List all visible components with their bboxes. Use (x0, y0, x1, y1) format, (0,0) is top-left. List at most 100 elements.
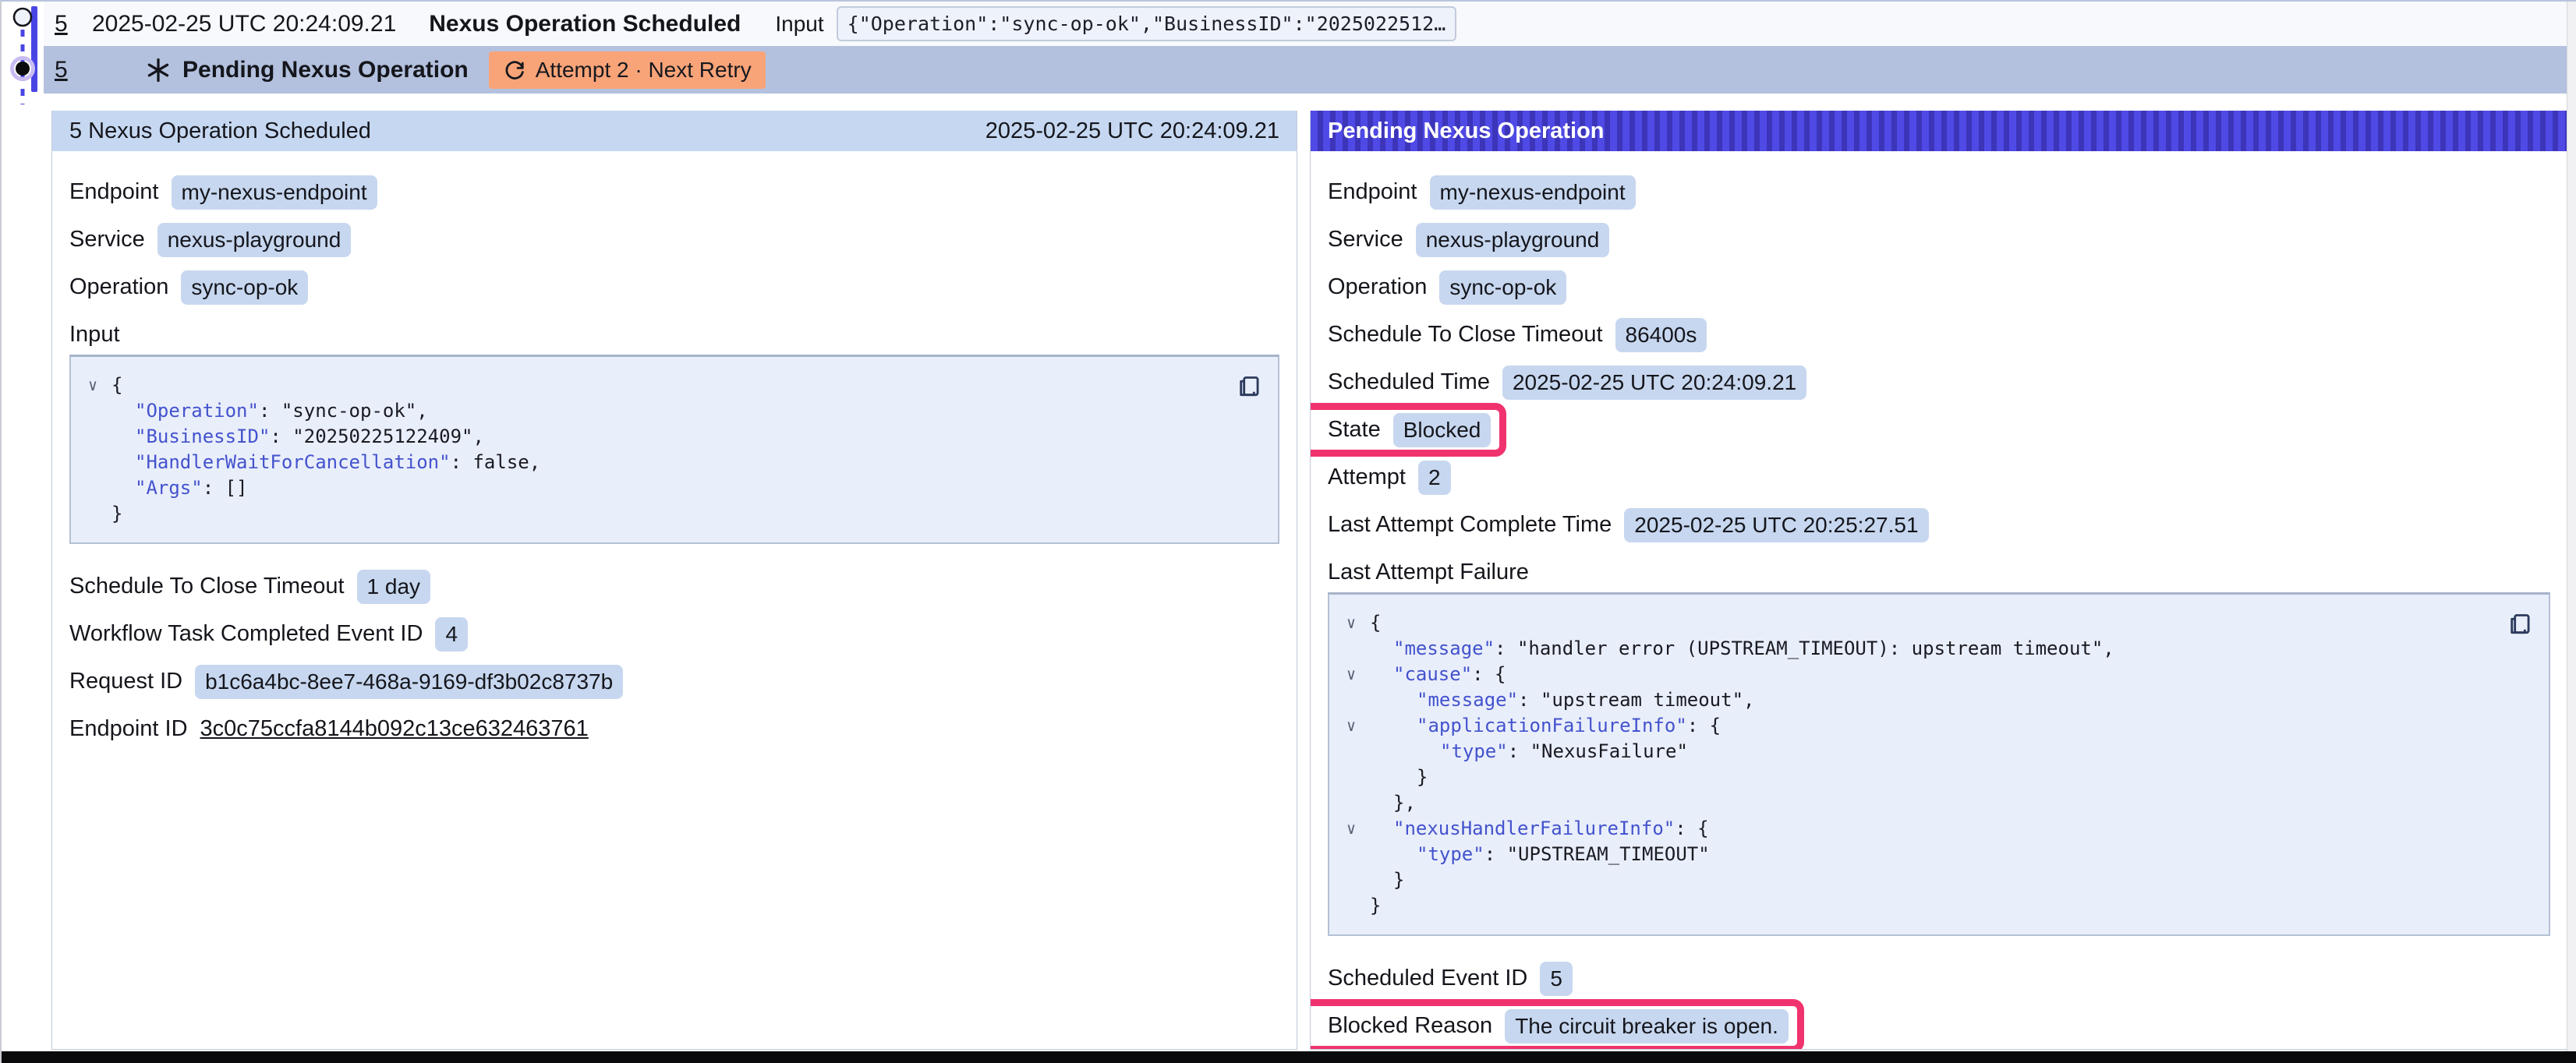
copy-icon[interactable] (2505, 607, 2535, 638)
chevron-spacer (88, 450, 111, 475)
field-operation: Operationsync-op-ok (69, 271, 308, 303)
field-label: Endpoint ID (69, 716, 188, 742)
field-label: Endpoint (1328, 179, 1417, 205)
field-value-chip: my-nexus-endpoint (172, 175, 377, 210)
field-label: Schedule To Close Timeout (1328, 322, 1603, 348)
json-line: "type": "UPSTREAM_TIMEOUT" (1346, 842, 2532, 867)
json-line: "Operation": "sync-op-ok", (88, 398, 1261, 424)
json-value: } (1370, 893, 1381, 919)
event-id-link[interactable]: 5 (55, 57, 86, 83)
field-label: Schedule To Close Timeout (69, 574, 345, 599)
json-line: ∨{ (88, 373, 1261, 398)
field-value-chip: 2 (1418, 461, 1451, 495)
json-value: : [] (203, 475, 248, 501)
timeline-active-bar (31, 6, 37, 92)
field-label: Service (69, 227, 145, 253)
json-line: "type": "NexusFailure" (1346, 739, 2532, 765)
scheduled-panel-header: 5 Nexus Operation Scheduled 2025-02-25 U… (52, 111, 1297, 151)
field-value-link[interactable]: 3c0c75ccfa8144b092c13ce632463761 (200, 716, 589, 742)
json-key: "cause" (1393, 662, 1472, 687)
input-json-viewer: ∨{"Operation": "sync-op-ok","BusinessID"… (69, 355, 1279, 544)
input-preview-chip[interactable]: {"Operation":"sync-op-ok","BusinessID":"… (837, 6, 1457, 41)
field-value-chip: 2025-02-25 UTC 20:25:27.51 (1624, 508, 1928, 542)
collapse-chevron-icon[interactable]: ∨ (1346, 610, 1370, 636)
json-line: }, (1346, 790, 2532, 816)
json-key: "Args" (135, 475, 203, 501)
field-label: Request ID (69, 669, 182, 694)
json-value: { (111, 373, 122, 398)
chevron-spacer (88, 424, 111, 450)
copy-icon[interactable] (1234, 369, 1264, 401)
collapse-chevron-icon[interactable]: ∨ (1346, 662, 1370, 687)
field-service: Servicenexus-playground (1328, 224, 1609, 256)
collapse-chevron-icon[interactable]: ∨ (1346, 713, 1370, 739)
field-value-chip: nexus-playground (157, 223, 352, 257)
json-line: ∨"applicationFailureInfo": { (1346, 713, 2532, 739)
field-state: StateBlocked (1328, 414, 1491, 446)
attempt-retry-text: Attempt 2 · Next Retry (536, 58, 752, 83)
json-key: "type" (1440, 739, 1508, 765)
json-value: }, (1393, 790, 1416, 816)
event-timestamp: 2025-02-25 UTC 20:24:09.21 (92, 11, 396, 37)
input-section-label: Input (69, 319, 1279, 350)
field-label: Attempt (1328, 464, 1406, 490)
field-schedule-to-close-timeout: Schedule To Close Timeout 86400s (1328, 319, 1707, 351)
pending-nexus-operation-panel: Pending Nexus Operation Endpoint my-nexus… (1310, 111, 2568, 1050)
failure-json-viewer: ∨{"message": "handler error (UPSTREAM_TI… (1328, 592, 2550, 936)
event-id-link[interactable]: 5 (55, 11, 86, 37)
json-value: } (1393, 867, 1404, 893)
field-value-chip: my-nexus-endpoint (1430, 175, 1636, 210)
json-line: ∨{ (1346, 610, 2532, 636)
field-value-chip: 4 (435, 617, 468, 652)
field-label: Operation (1328, 274, 1427, 300)
scheduled-panel-time: 2025-02-25 UTC 20:24:09.21 (985, 118, 1279, 144)
json-key: "BusinessID" (135, 424, 270, 450)
last-attempt-failure-label: Last Attempt Failure (1328, 556, 2550, 588)
json-value: : "sync-op-ok", (259, 398, 428, 424)
json-value: { (1370, 610, 1381, 636)
json-key: "Operation" (135, 398, 259, 424)
field-attempt: Attempt 2 (1328, 461, 1451, 493)
event-row-nexus-operation-scheduled[interactable]: 5 2025-02-25 UTC 20:24:09.21 Nexus Opera… (44, 2, 2576, 46)
field-last-attempt-complete-time: Last Attempt Complete Time2025-02-25 UTC… (1328, 509, 1929, 541)
field-value-chip: nexus-playground (1416, 223, 1610, 257)
page-scrollbar-track[interactable] (2567, 2, 2576, 1051)
nexus-operation-scheduled-panel: 5 Nexus Operation Scheduled 2025-02-25 U… (51, 111, 1297, 1050)
field-label: Scheduled Event ID (1328, 966, 1527, 991)
json-value: : "20250225122409", (270, 424, 484, 450)
json-value: : { (1675, 816, 1708, 842)
window-bottom-edge (2, 1051, 2576, 1063)
json-line: "HandlerWaitForCancellation": false, (88, 450, 1261, 475)
field-scheduled-time: Scheduled Time2025-02-25 UTC 20:24:09.21 (1328, 366, 1806, 398)
json-key: "nexusHandlerFailureInfo" (1393, 816, 1675, 842)
collapse-chevron-icon[interactable]: ∨ (1346, 816, 1370, 842)
field-request-id: Request IDb1c6a4bc-8ee7-468a-9169-df3b02… (69, 666, 623, 697)
json-key: "message" (1393, 636, 1495, 662)
json-line: ∨"cause": { (1346, 662, 2532, 687)
json-key: "HandlerWaitForCancellation" (135, 450, 451, 475)
json-line: } (1346, 893, 2532, 919)
json-value: } (1417, 765, 1428, 790)
chevron-spacer (1346, 636, 1370, 662)
field-value-chip: 86400s (1615, 318, 1707, 352)
field-value-chip: 1 day (357, 570, 431, 604)
field-label: Scheduled Time (1328, 369, 1490, 395)
pending-panel-title: Pending Nexus Operation (1328, 118, 1605, 144)
event-row-pending-nexus-operation[interactable]: 5 Pending Nexus Operation Attempt 2 · Ne… (44, 46, 2576, 94)
field-value-chip: sync-op-ok (1439, 270, 1566, 305)
json-line: "message": "upstream timeout", (1346, 687, 2532, 713)
field-value-chip: sync-op-ok (181, 270, 308, 305)
field-value-chip: The circuit breaker is open. (1505, 1009, 1789, 1044)
json-value: : false, (451, 450, 541, 475)
field-value-chip: Blocked (1393, 413, 1491, 447)
collapse-chevron-icon[interactable]: ∨ (88, 373, 111, 398)
event-marker-filled-dot (16, 62, 30, 76)
event-title: Nexus Operation Scheduled (429, 11, 741, 37)
event-timeline-gutter (2, 2, 44, 118)
json-line: ∨ "nexusHandlerFailureInfo": { (1346, 816, 2532, 842)
json-line: } (1346, 867, 2532, 893)
pending-asterisk-icon (145, 57, 172, 83)
chevron-spacer (88, 501, 111, 527)
field-blocked-reason: Blocked ReasonThe circuit breaker is ope… (1328, 1010, 1789, 1042)
json-key: "applicationFailureInfo" (1417, 713, 1687, 739)
